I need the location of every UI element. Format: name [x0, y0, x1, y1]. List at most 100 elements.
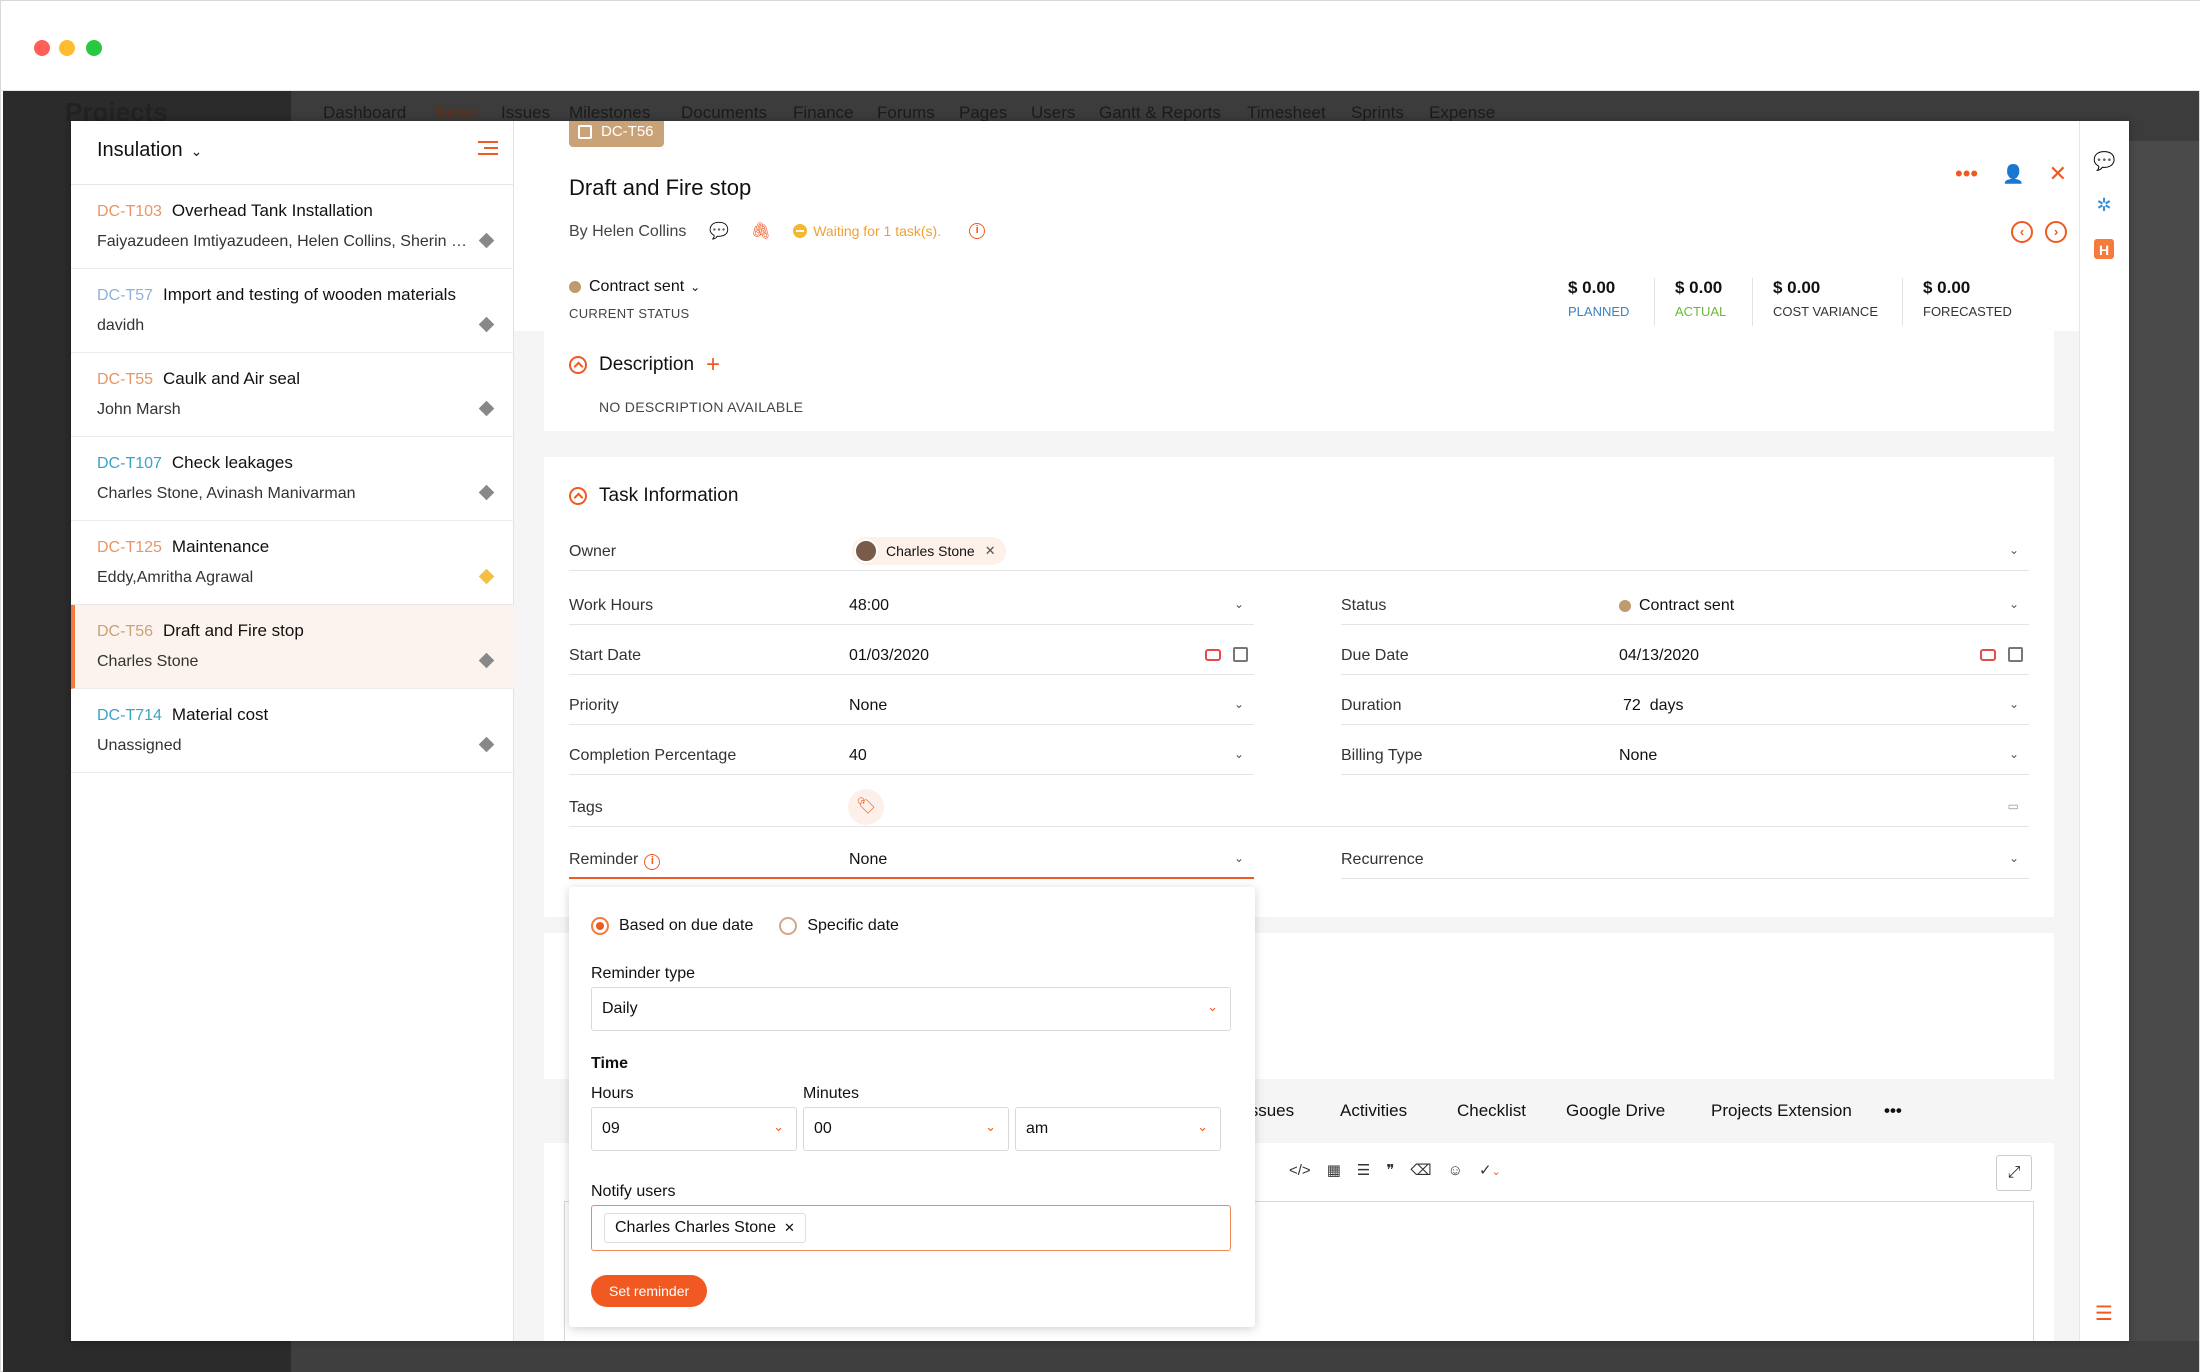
chevron-down-icon[interactable]: ⌄ [2009, 543, 2019, 557]
task-list-item-selected[interactable]: DC-T56 Draft and Fire stop Charles Stone [71, 605, 514, 689]
help-icon[interactable]: H [2094, 239, 2114, 259]
add-tag-icon[interactable]: 🏷 [848, 789, 884, 825]
integration-icon[interactable]: ✲ [2093, 195, 2115, 217]
chevron-down-icon[interactable]: ⌄ [1234, 697, 1244, 711]
start-date-field[interactable]: Start Date 01/03/2020 [569, 639, 1254, 675]
tags-field[interactable]: Tags 🏷 ▭ [569, 789, 2029, 827]
task-title[interactable]: Draft and Fire stop [569, 175, 751, 201]
duration-label: Duration [1341, 697, 1402, 714]
task-list-item[interactable]: DC-T714 Material cost Unassigned [71, 689, 514, 773]
tasklist-selector[interactable]: Insulation ⌄ [97, 139, 202, 162]
billing-type-label: Billing Type [1341, 747, 1423, 764]
hours-select[interactable]: 09 ⌄ [591, 1107, 797, 1151]
task-information-header[interactable]: Task Information [569, 485, 738, 507]
priority-field[interactable]: Priority None ⌄ [569, 689, 1254, 725]
format-icon[interactable]: ☰ [1357, 1161, 1370, 1179]
recurrence-field[interactable]: Recurrence ⌄ [1341, 843, 2029, 879]
tab-checklist[interactable]: Checklist [1457, 1101, 1526, 1121]
work-hours-field[interactable]: Work Hours 48:00 ⌄ [569, 589, 1254, 625]
minutes-select[interactable]: 00 ⌄ [803, 1107, 1009, 1151]
dependency-status[interactable]: Waiting for 1 task(s). [793, 223, 941, 239]
duration-field[interactable]: Duration 72 days ⌄ [1341, 689, 2029, 725]
previous-task-icon[interactable]: ‹ [2011, 221, 2033, 243]
tab-projects-extension[interactable]: Projects Extension [1711, 1101, 1852, 1121]
owner-field[interactable]: Owner Charles Stone ✕ ⌄ [569, 535, 2029, 571]
tab-more[interactable]: ••• [1884, 1101, 1902, 1121]
time-label: Time [591, 1055, 629, 1072]
chevron-down-icon[interactable]: ⌄ [1234, 747, 1244, 761]
chat-icon[interactable]: 💬 [2093, 151, 2115, 173]
calendar-icon[interactable] [1233, 647, 1248, 662]
task-list-item[interactable]: DC-T125 Maintenance Eddy,Amritha Agrawal [71, 521, 514, 605]
task-id-chip: DC-T56 [569, 121, 664, 147]
task-list-item[interactable]: DC-T55 Caulk and Air seal John Marsh [71, 353, 514, 437]
priority-label: Priority [569, 697, 619, 714]
chevron-down-icon[interactable]: ⌄ [2009, 697, 2019, 711]
work-hours-label: Work Hours [569, 597, 654, 614]
filter-menu-icon[interactable] [478, 141, 498, 157]
reminder-field[interactable]: Reminder i None ⌄ [569, 843, 1254, 879]
attachment-icon[interactable]: 🖇 [751, 221, 771, 241]
quick-menu-icon[interactable]: ☰ [2093, 1301, 2115, 1325]
tab-google-drive[interactable]: Google Drive [1566, 1101, 1665, 1121]
chevron-down-icon[interactable]: ⌄ [2009, 747, 2019, 761]
clear-date-icon[interactable] [1980, 648, 1996, 661]
add-description-icon[interactable]: + [706, 351, 720, 379]
description-section: Description + NO DESCRIPTION AVAILABLE [544, 331, 2054, 431]
collapse-icon[interactable] [569, 356, 587, 374]
chevron-down-icon: ⌄ [1207, 999, 1218, 1014]
collapse-icon[interactable] [569, 487, 587, 505]
due-date-field[interactable]: Due Date 04/13/2020 [1341, 639, 2029, 675]
clear-date-icon[interactable] [1205, 648, 1221, 661]
chevron-down-icon[interactable]: ⌄ [1234, 597, 1244, 611]
code-icon[interactable]: </> [1289, 1162, 1311, 1179]
info-icon[interactable]: i [644, 854, 661, 870]
billing-type-field[interactable]: Billing Type None ⌄ [1341, 739, 2029, 775]
close-icon[interactable]: ✕ [2049, 161, 2067, 187]
tag-settings-icon[interactable]: ▭ [2008, 799, 2019, 813]
maximize-window-button[interactable] [86, 40, 102, 56]
comment-icon[interactable]: 💬 [709, 221, 729, 241]
specific-date-radio[interactable]: Specific date [779, 917, 899, 935]
status-field[interactable]: Status Contract sent ⌄ [1341, 589, 2029, 625]
expand-editor-icon[interactable]: ⤢ [1996, 1155, 2032, 1191]
bg-nav-finance: Finance [793, 103, 854, 122]
quote-icon[interactable]: ❞ [1386, 1161, 1394, 1179]
description-title: Description [599, 354, 695, 375]
close-window-button[interactable] [34, 40, 50, 56]
remove-owner-icon[interactable]: ✕ [985, 543, 996, 559]
emoji-icon[interactable]: ☺ [1448, 1162, 1463, 1179]
chevron-down-icon: ⌄ [773, 1119, 784, 1134]
bg-nav-documents: Documents [681, 103, 767, 122]
am-pm-select[interactable]: am ⌄ [1015, 1107, 1221, 1151]
based-on-due-date-radio[interactable]: Based on due date [591, 917, 753, 935]
reminder-label: Reminder [569, 851, 639, 868]
chevron-down-icon[interactable]: ⌄ [2009, 597, 2019, 611]
completion-field[interactable]: Completion Percentage 40 ⌄ [569, 739, 1254, 775]
chevron-down-icon[interactable]: ⌄ [2009, 851, 2019, 865]
sidebar-header: Insulation ⌄ [71, 121, 514, 185]
notify-users-input[interactable]: Charles Charles Stone ✕ [591, 1205, 1231, 1251]
current-status-dropdown[interactable]: Contract sent ⌄ [569, 278, 700, 296]
minimize-window-button[interactable] [59, 40, 75, 56]
remove-user-icon[interactable]: ✕ [784, 1220, 795, 1235]
next-task-icon[interactable]: › [2045, 221, 2067, 243]
eraser-icon[interactable]: ⌫ [1410, 1161, 1431, 1179]
task-list-item[interactable]: DC-T107 Check leakages Charles Stone, Avi… [71, 437, 514, 521]
reminder-type-select[interactable]: Daily ⌄ [591, 987, 1231, 1031]
more-options-icon[interactable]: ••• [1955, 161, 1978, 187]
chevron-down-icon[interactable]: ⌄ [1234, 851, 1244, 865]
start-date-value: 01/03/2020 [849, 647, 930, 664]
task-list-item[interactable]: DC-T103 Overhead Tank Installation Faiyaz… [71, 185, 514, 269]
table-icon[interactable]: ▦ [1327, 1161, 1341, 1179]
spellcheck-icon[interactable]: ✓⌄ [1479, 1161, 1501, 1179]
description-header[interactable]: Description + [569, 351, 720, 379]
calendar-icon[interactable] [2008, 647, 2023, 662]
owner-chip[interactable]: Charles Stone ✕ [852, 537, 1006, 565]
set-reminder-button[interactable]: Set reminder [591, 1275, 708, 1307]
info-icon[interactable]: i [969, 223, 986, 239]
tab-activities[interactable]: Activities [1340, 1101, 1407, 1121]
task-list-item[interactable]: DC-T57 Import and testing of wooden mater… [71, 269, 514, 353]
follow-user-icon[interactable]: 👤 [2002, 164, 2024, 185]
bg-nav-timesheet: Timesheet [1247, 103, 1326, 122]
